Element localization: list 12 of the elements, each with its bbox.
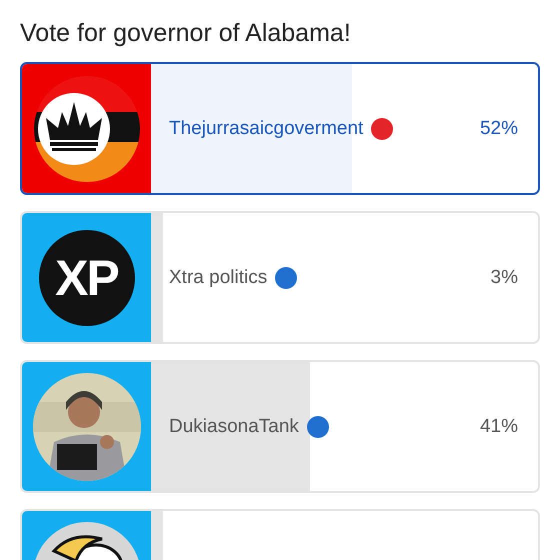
vote-percent: 41%: [480, 416, 518, 438]
vote-percent: 3%: [490, 266, 518, 288]
option-card[interactable]: DukiasonaTank 41%: [20, 360, 540, 493]
option-name: Xtra politics: [169, 266, 268, 288]
option-name: Thejurrasaicgoverment: [169, 118, 364, 140]
option-card[interactable]: Thejurrasaicgoverment 52%: [20, 62, 540, 195]
crown-logo-icon: [32, 74, 142, 184]
poll-title: Vote for governor of Alabama!: [20, 18, 352, 48]
logo: XP: [38, 230, 134, 326]
option-card[interactable]: XP Xtra politics 3%: [20, 211, 540, 344]
option-name: DukiasonaTank: [169, 416, 299, 438]
vote-percent: 52%: [480, 118, 518, 140]
